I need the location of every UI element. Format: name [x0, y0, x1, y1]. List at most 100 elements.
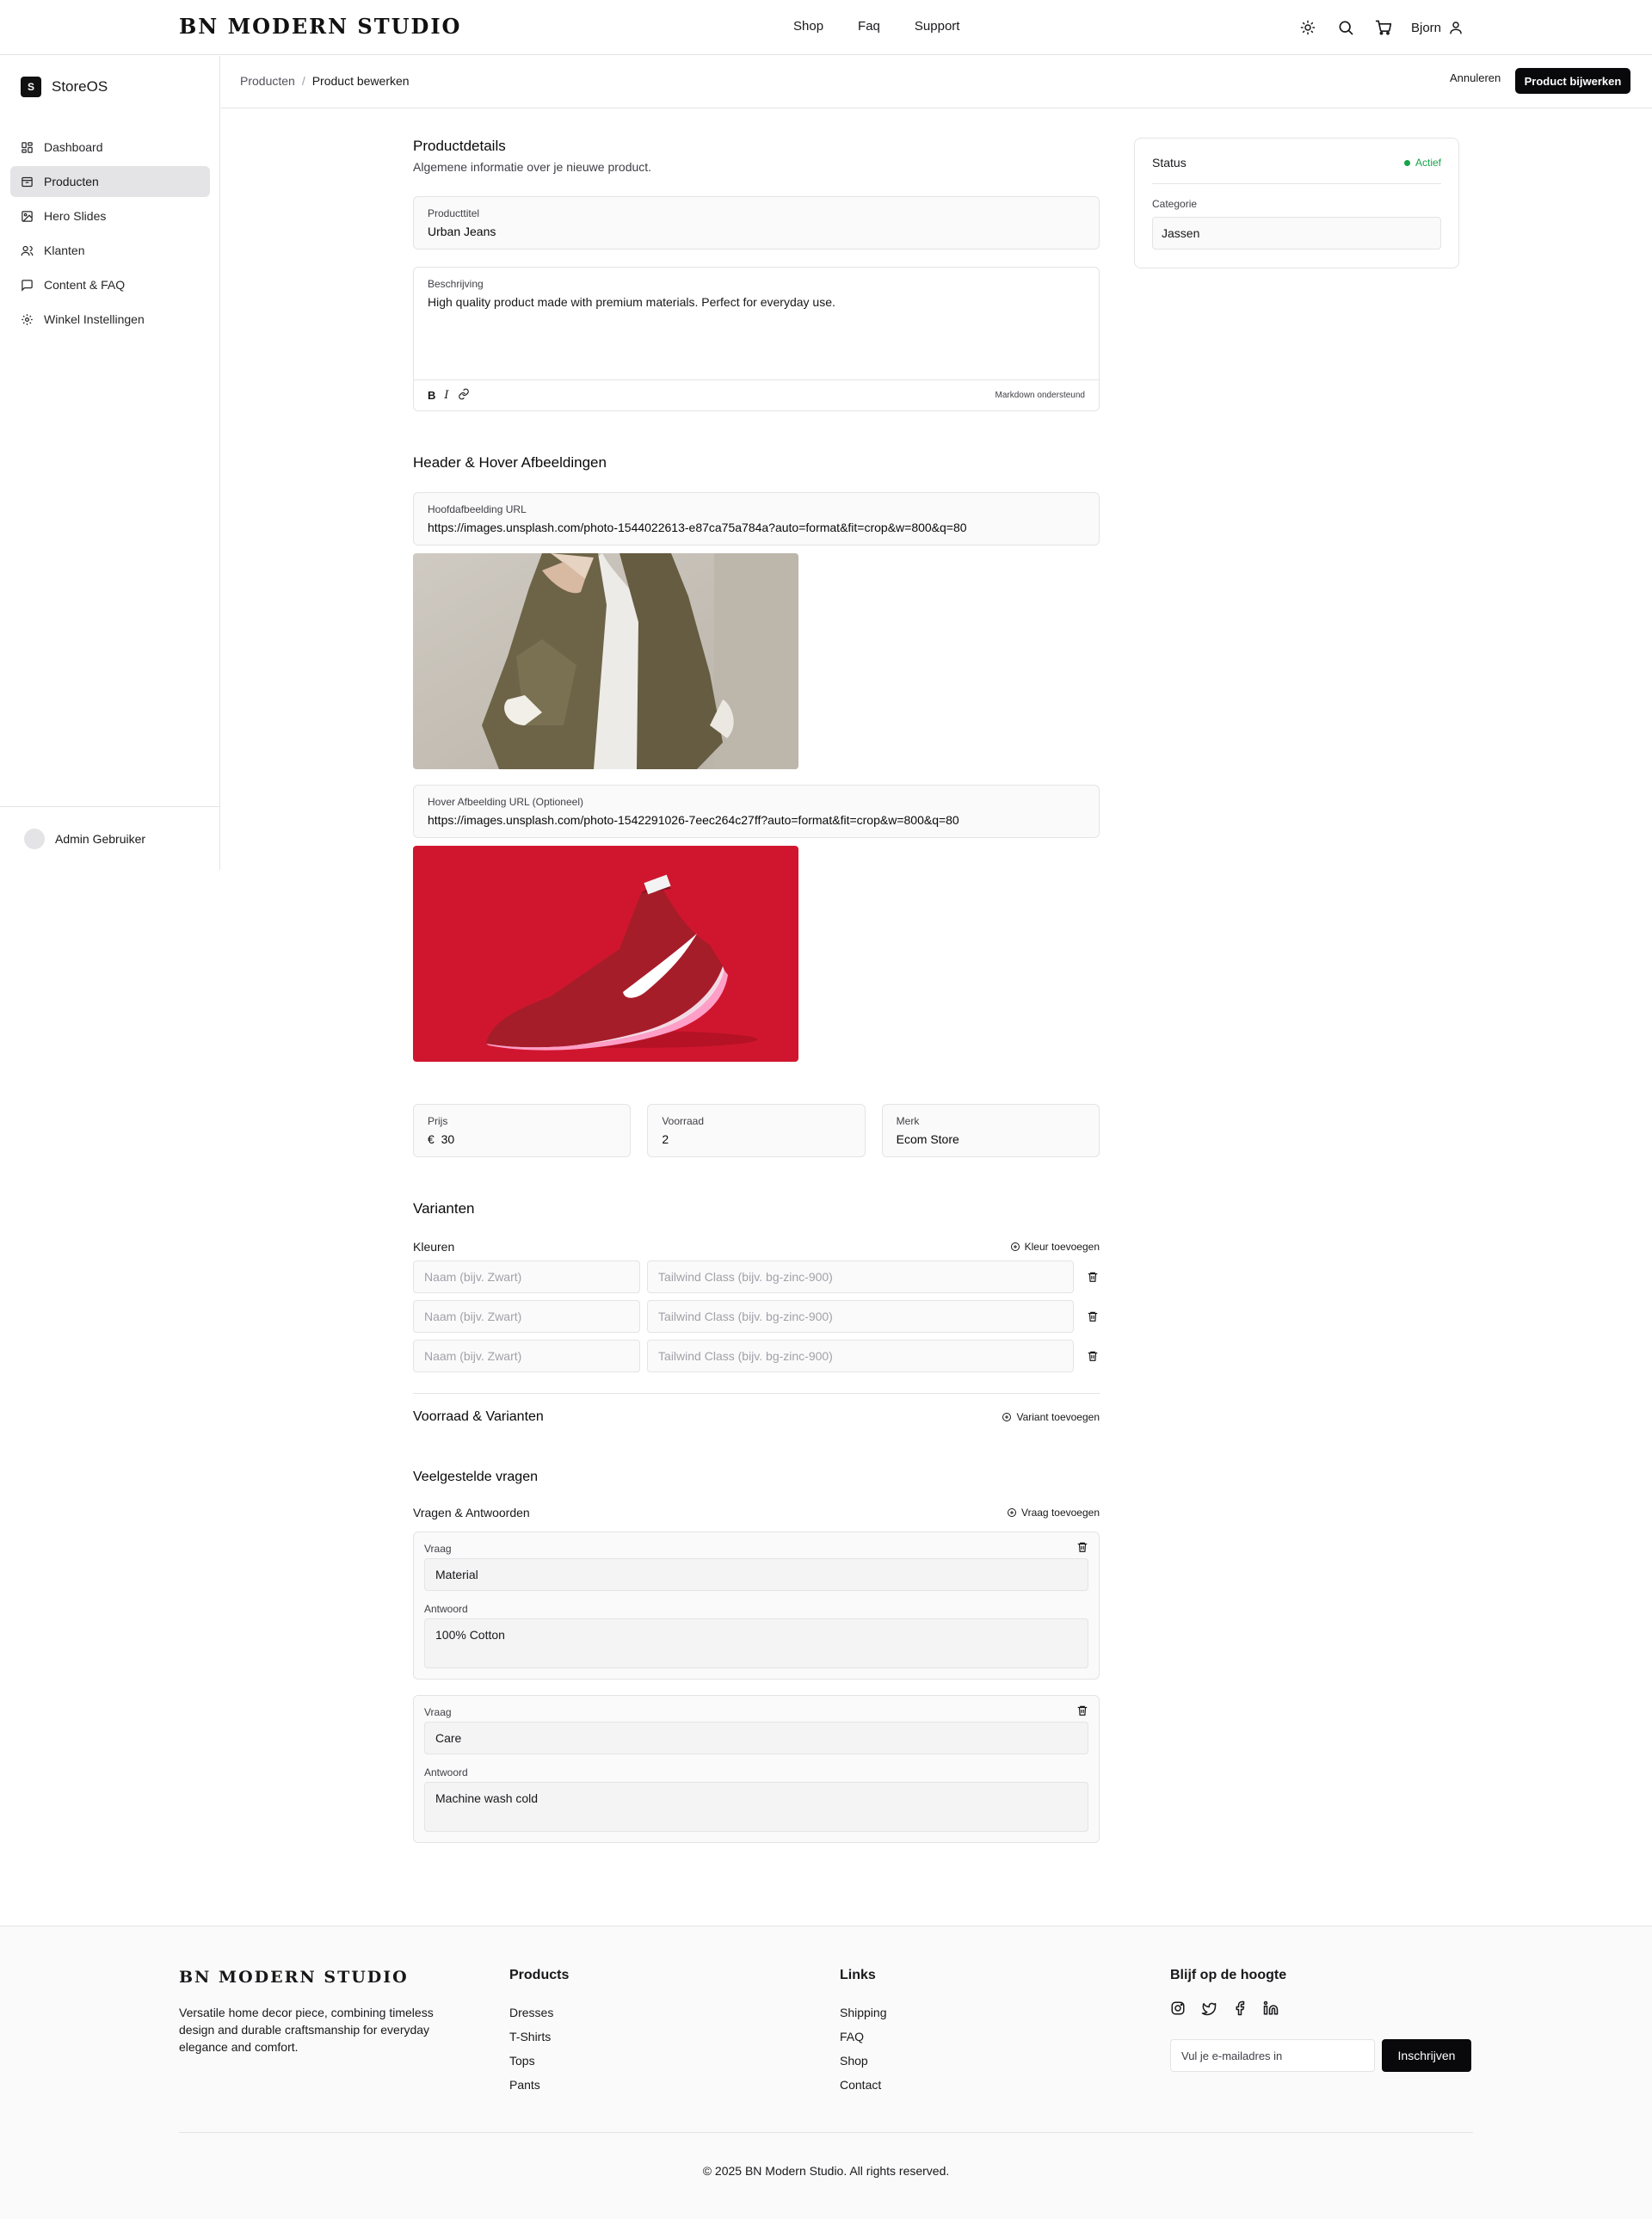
answer-input[interactable]: 100% Cotton: [424, 1618, 1088, 1668]
colors-label: Kleuren: [413, 1240, 455, 1254]
color-class-input[interactable]: Tailwind Class (bijv. bg-zinc-900): [647, 1300, 1075, 1333]
trash-icon[interactable]: [1076, 1704, 1088, 1721]
link-icon[interactable]: [458, 388, 470, 403]
color-class-input[interactable]: Tailwind Class (bijv. bg-zinc-900): [647, 1340, 1075, 1372]
italic-icon[interactable]: I: [444, 389, 448, 402]
qa-label: Vragen & Antwoorden: [413, 1506, 530, 1519]
cancel-button[interactable]: Annuleren: [1450, 71, 1501, 84]
breadcrumb-producten[interactable]: Producten: [240, 74, 295, 88]
sidebar-item-producten[interactable]: Producten: [10, 166, 210, 197]
footer-link-pants[interactable]: Pants: [509, 2073, 569, 2097]
instagram-icon[interactable]: [1170, 2000, 1186, 2020]
category-input[interactable]: Jassen: [1152, 217, 1441, 250]
users-icon: [21, 245, 34, 256]
price-label: Prijs: [428, 1115, 448, 1127]
hover-image-url-label: Hover Afbeelding URL (Optioneel): [428, 796, 583, 808]
page-header: Producten / Product bewerken Annuleren P…: [221, 56, 1652, 108]
footer-link-faq[interactable]: FAQ: [840, 2025, 887, 2049]
color-class-input[interactable]: Tailwind Class (bijv. bg-zinc-900): [647, 1261, 1075, 1293]
user-menu[interactable]: Bjorn: [1411, 20, 1464, 35]
app-logo[interactable]: S StoreOS: [21, 77, 108, 97]
product-title-field[interactable]: Producttitel Urban Jeans: [413, 196, 1100, 250]
add-question-label: Vraag toevoegen: [1021, 1507, 1100, 1519]
footer-products-column: Products Dresses T-Shirts Tops Pants: [509, 1968, 569, 2097]
stock-field[interactable]: Voorraad 2: [647, 1104, 866, 1157]
color-row: Naam (bijv. Zwart) Tailwind Class (bijv.…: [413, 1261, 1100, 1293]
status-row: Status Actief: [1152, 156, 1441, 184]
sidebar-item-label: Winkel Instellingen: [44, 312, 145, 326]
trash-icon[interactable]: [1086, 1270, 1100, 1284]
sun-icon[interactable]: [1298, 17, 1318, 38]
brand-input[interactable]: Ecom Store: [897, 1132, 1085, 1146]
twitter-icon[interactable]: [1201, 2000, 1217, 2020]
color-name-input[interactable]: Naam (bijv. Zwart): [413, 1300, 641, 1333]
description-field[interactable]: Beschrijving High quality product made w…: [414, 268, 1099, 379]
email-input[interactable]: Vul je e-mailadres in: [1170, 2039, 1375, 2072]
footer: BN MODERN STUDIO Versatile home decor pi…: [0, 1926, 1652, 2219]
answer-label: Antwoord: [424, 1603, 468, 1615]
sidebar-item-winkel-instellingen[interactable]: Winkel Instellingen: [10, 304, 210, 335]
nav-link-faq[interactable]: Faq: [858, 19, 880, 34]
trash-icon[interactable]: [1086, 1349, 1100, 1363]
add-question-button[interactable]: Vraag toevoegen: [1007, 1507, 1100, 1519]
add-color-button[interactable]: Kleur toevoegen: [1010, 1241, 1100, 1253]
add-variant-button[interactable]: Variant toevoegen: [1002, 1411, 1100, 1423]
plus-circle-icon: [1010, 1242, 1020, 1251]
color-row: Naam (bijv. Zwart) Tailwind Class (bijv.…: [413, 1300, 1100, 1333]
color-name-input[interactable]: Naam (bijv. Zwart): [413, 1261, 641, 1293]
section-title-faq: Veelgestelde vragen: [413, 1470, 538, 1484]
search-icon[interactable]: [1335, 17, 1356, 38]
main-nav: Shop Faq Support: [793, 19, 959, 34]
colors-header: Kleuren Kleur toevoegen: [413, 1240, 1100, 1254]
status-badge[interactable]: Actief: [1403, 157, 1441, 169]
footer-link-shipping[interactable]: Shipping: [840, 2000, 887, 2025]
sidebar-item-content-faq[interactable]: Content & FAQ: [10, 269, 210, 300]
status-title: Status: [1152, 156, 1187, 170]
footer-link-shop[interactable]: Shop: [840, 2049, 887, 2073]
answer-label: Antwoord: [424, 1766, 468, 1778]
facebook-icon[interactable]: [1232, 2000, 1248, 2020]
footer-link-contact[interactable]: Contact: [840, 2073, 887, 2097]
price-field[interactable]: Prijs € 30: [413, 1104, 632, 1157]
footer-link-tshirts[interactable]: T-Shirts: [509, 2025, 569, 2049]
description-input[interactable]: High quality product made with premium m…: [428, 295, 1085, 309]
trash-icon[interactable]: [1086, 1310, 1100, 1323]
bold-icon[interactable]: B: [428, 389, 435, 402]
product-title-input[interactable]: Urban Jeans: [428, 225, 1085, 238]
footer-products-list: Dresses T-Shirts Tops Pants: [509, 2000, 569, 2097]
nav-link-shop[interactable]: Shop: [793, 19, 823, 34]
question-input[interactable]: Material: [424, 1558, 1088, 1591]
trash-icon[interactable]: [1076, 1541, 1088, 1557]
linkedin-icon[interactable]: [1263, 2000, 1279, 2020]
main-image-url-field[interactable]: Hoofdafbeelding URL https://images.unspl…: [413, 492, 1100, 546]
footer-brand[interactable]: BN MODERN STUDIO: [179, 1968, 463, 1987]
account-menu[interactable]: Admin Gebruiker: [0, 806, 219, 870]
price-input[interactable]: € 30: [428, 1132, 616, 1146]
hover-image-url-input[interactable]: https://images.unsplash.com/photo-154229…: [428, 813, 1085, 827]
sidebar-item-klanten[interactable]: Klanten: [10, 235, 210, 266]
grid-icon: [22, 141, 33, 153]
sidebar-item-dashboard[interactable]: Dashboard: [10, 132, 210, 163]
price-value: 30: [441, 1132, 455, 1146]
update-product-button[interactable]: Product bijwerken: [1515, 68, 1630, 94]
footer-link-tops[interactable]: Tops: [509, 2049, 569, 2073]
main-image-url-input[interactable]: https://images.unsplash.com/photo-154402…: [428, 521, 1085, 534]
subscribe-button[interactable]: Inschrijven: [1382, 2039, 1471, 2072]
brand-field[interactable]: Merk Ecom Store: [881, 1104, 1100, 1157]
question-label: Vraag: [424, 1706, 452, 1718]
answer-input[interactable]: Machine wash cold: [424, 1782, 1088, 1832]
question-label: Vraag: [424, 1543, 452, 1555]
product-form: Productdetails Algemene informatie over …: [413, 138, 1100, 1843]
cart-icon[interactable]: [1373, 17, 1394, 38]
hover-image-url-field[interactable]: Hover Afbeelding URL (Optioneel) https:/…: [413, 785, 1100, 838]
user-icon: [1450, 22, 1462, 34]
brand-logo[interactable]: BN MODERN STUDIO: [179, 14, 461, 39]
editor-toolbar: B I Markdown ondersteund: [414, 379, 1099, 410]
question-input[interactable]: Care: [424, 1722, 1088, 1754]
color-name-input[interactable]: Naam (bijv. Zwart): [413, 1340, 641, 1372]
sidebar-item-hero-slides[interactable]: Hero Slides: [10, 200, 210, 231]
footer-link-dresses[interactable]: Dresses: [509, 2000, 569, 2025]
stock-input[interactable]: 2: [662, 1132, 850, 1146]
status-dot-icon: [1403, 159, 1410, 166]
nav-link-support[interactable]: Support: [915, 19, 960, 34]
